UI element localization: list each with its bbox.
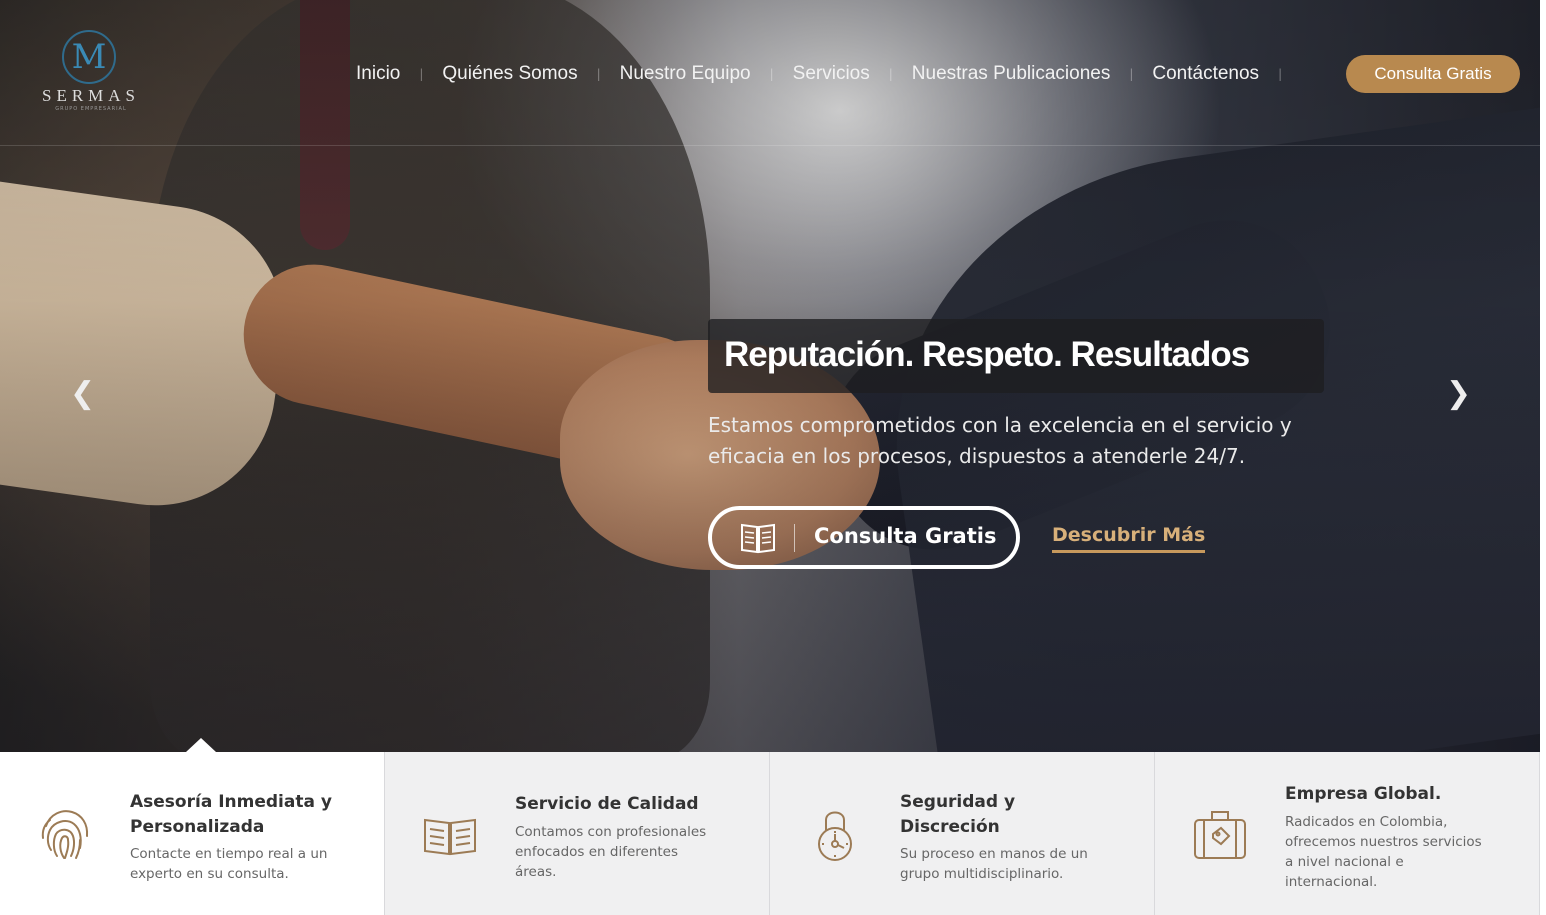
- main-menu: Inicio | Quiénes Somos | Nuestro Equipo …: [356, 63, 1283, 85]
- feature-card[interactable]: Empresa Global. Radicados en Colombia, o…: [1155, 752, 1540, 915]
- active-feature-indicator: [186, 738, 216, 752]
- feature-description: Contacte en tiempo real a un experto en …: [130, 846, 328, 882]
- nav-item-publicaciones[interactable]: Nuestras Publicaciones: [912, 63, 1111, 85]
- feature-title: Asesoría Inmediata y Personalizada: [130, 792, 332, 837]
- logo-mark-icon: M: [62, 30, 116, 84]
- hero-subtext: Estamos comprometidos con la excelencia …: [708, 413, 1292, 468]
- briefcase-icon: [1194, 811, 1246, 859]
- nav-consulta-button[interactable]: Consulta Gratis: [1346, 55, 1520, 93]
- feature-title: Seguridad y Discreción: [900, 792, 1016, 837]
- feature-card[interactable]: Seguridad y Discreción Su proceso en man…: [770, 752, 1155, 915]
- chevron-left-icon[interactable]: ❮: [70, 376, 95, 411]
- chevron-right-icon[interactable]: ❯: [1446, 376, 1471, 411]
- book-icon: [424, 818, 476, 856]
- feature-title: Empresa Global.: [1285, 784, 1442, 804]
- navbar: M SERMAS GRUPO EMPRESARIAL Inicio | Quié…: [0, 0, 1540, 146]
- nav-item-nuestro-equipo[interactable]: Nuestro Equipo: [620, 63, 751, 85]
- feature-card[interactable]: Servicio de Calidad Contamos con profesi…: [385, 752, 770, 915]
- logo-text: SERMAS: [41, 86, 141, 105]
- nav-item-contactenos[interactable]: Contáctenos: [1152, 63, 1259, 85]
- hero-headline-box: Reputación. Respeto. Resultados: [708, 319, 1324, 393]
- nav-item-quienes-somos[interactable]: Quiénes Somos: [442, 63, 577, 85]
- hero-consulta-label: Consulta Gratis: [814, 524, 997, 548]
- feature-card[interactable]: Asesoría Inmediata y Personalizada Conta…: [0, 752, 385, 915]
- logo[interactable]: M SERMAS GRUPO EMPRESARIAL: [38, 30, 144, 124]
- logo-tagline: GRUPO EMPRESARIAL: [55, 106, 127, 112]
- feature-description: Su proceso en manos de un grupo multidis…: [900, 846, 1088, 882]
- feature-description: Contamos con profesionales enfocados en …: [515, 824, 707, 880]
- feature-description: Radicados en Colombia, ofrecemos nuestro…: [1285, 814, 1482, 890]
- feature-title: Servicio de Calidad: [515, 794, 699, 814]
- nav-item-inicio[interactable]: Inicio: [356, 63, 400, 85]
- discover-more-link[interactable]: Descubrir Más: [1052, 524, 1206, 553]
- padlock-icon: [818, 811, 852, 861]
- features-bar: Asesoría Inmediata y Personalizada Conta…: [0, 752, 1546, 915]
- hero-slider: M SERMAS GRUPO EMPRESARIAL Inicio | Quié…: [0, 0, 1540, 752]
- book-icon: [741, 523, 775, 554]
- fingerprint-icon: [41, 810, 89, 859]
- nav-item-servicios[interactable]: Servicios: [793, 63, 870, 85]
- hero-headline: Reputación. Respeto. Resultados: [724, 335, 1250, 374]
- hero-consulta-button[interactable]: Consulta Gratis: [708, 506, 1020, 569]
